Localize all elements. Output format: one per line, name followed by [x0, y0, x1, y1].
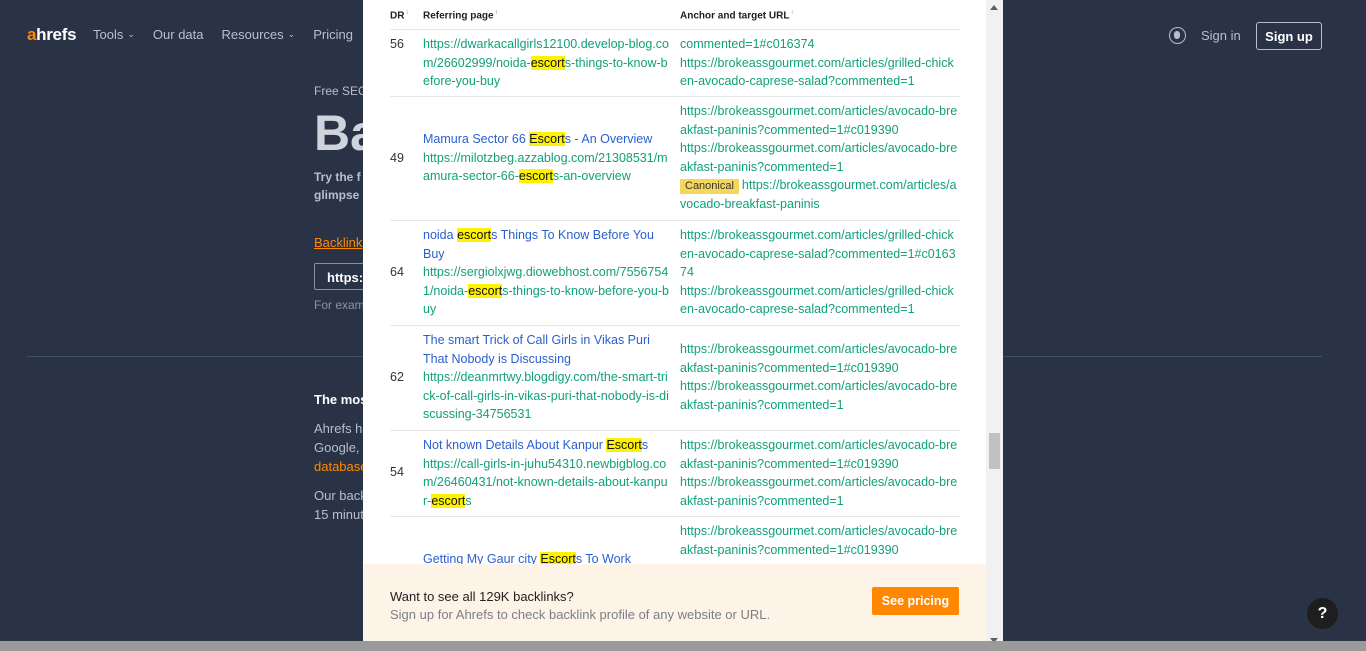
referring-url[interactable]: https://dwarkacallgirls12100.develop-blo… [423, 35, 669, 91]
example-hint: For exam [314, 298, 365, 312]
referring-url[interactable]: https://call-girls-in-juhu54310.newbigbl… [423, 455, 669, 511]
anchor-target: https://brokeassgourmet.com/articles/avo… [680, 340, 960, 414]
referring-page: The smart Trick of Call Girls in Vikas P… [423, 331, 669, 424]
section-heading: The mos [314, 392, 368, 407]
table-row: 64 noida escorts Things To Know Before Y… [390, 221, 960, 326]
database-link[interactable]: database [314, 459, 368, 474]
anchor-target: https://brokeassgourmet.com/articles/avo… [680, 522, 960, 559]
scroll-up-arrow-icon[interactable] [990, 5, 998, 10]
backlinks-modal: DR i Referring page i Anchor and target UR… [363, 0, 1003, 651]
try-text-line1: Try the f [314, 170, 361, 184]
target-url[interactable]: https://brokeassgourmet.com/articles/gri… [680, 226, 960, 282]
chevron-down-icon: ⌄ [287, 29, 296, 39]
canonical-url[interactable]: Canonical https://brokeassgourmet.com/art… [680, 176, 960, 213]
nav-item-pricing[interactable]: Pricing [313, 27, 353, 42]
see-pricing-button[interactable]: See pricing [872, 587, 959, 615]
info-icon: i [406, 10, 408, 16]
scrollbar-thumb[interactable] [989, 433, 1000, 469]
target-url[interactable]: https://brokeassgourmet.com/articles/avo… [680, 139, 960, 176]
target-url[interactable]: https://brokeassgourmet.com/articles/avo… [680, 340, 960, 377]
dr-value: 62 [390, 370, 404, 384]
dr-value: 64 [390, 265, 404, 279]
anchor-target: https://brokeassgourmet.com/articles/avo… [680, 102, 960, 214]
nav-item-tools[interactable]: Tools ⌄ [93, 27, 135, 42]
referring-url[interactable]: https://sergiolxjwg.diowebhost.com/75567… [423, 263, 669, 319]
backlink-tab[interactable]: Backlink [314, 235, 362, 250]
header-referring-page[interactable]: Referring page i [423, 10, 497, 21]
dr-value: 56 [390, 37, 404, 51]
globe-icon[interactable] [1169, 27, 1186, 44]
header-dr[interactable]: DR i [390, 10, 408, 21]
referring-title[interactable]: The smart Trick of Call Girls in Vikas P… [423, 331, 669, 368]
header-anchor[interactable]: Anchor and target URL i [680, 10, 793, 21]
nav-item-our-data[interactable]: Our data [153, 27, 204, 42]
nav-menu: Tools⌄ Our data Resources⌄ Pricing E [93, 27, 398, 42]
section-text-line3: Our back [314, 488, 367, 503]
section-text-line1: Ahrefs h [314, 421, 363, 436]
table-row: 54 Not known Details About Kanpur Escort… [390, 431, 960, 517]
nav-item-resources[interactable]: Resources ⌄ [222, 27, 296, 42]
sign-in-link[interactable]: Sign in [1201, 28, 1241, 43]
dr-value: 54 [390, 465, 404, 479]
referring-page: Not known Details About Kanpur Escorts h… [423, 436, 669, 510]
target-url[interactable]: https://brokeassgourmet.com/articles/gri… [680, 54, 960, 91]
free-seo-label: Free SEO [314, 84, 368, 98]
ahrefs-logo[interactable]: ahrefs [27, 25, 77, 45]
table-row: 62 The smart Trick of Call Girls in Vika… [390, 326, 960, 431]
target-url[interactable]: https://brokeassgourmet.com/articles/avo… [680, 522, 960, 559]
target-url[interactable]: https://brokeassgourmet.com/articles/avo… [680, 102, 960, 139]
referring-page: noida escorts Things To Know Before You … [423, 226, 669, 319]
table-header: DR i Referring page i Anchor and target UR… [390, 0, 960, 30]
target-url[interactable]: https://brokeassgourmet.com/articles/avo… [680, 436, 960, 473]
referring-url[interactable]: https://deanmrtwy.blogdigy.com/the-smart… [423, 368, 669, 424]
help-button[interactable]: ? [1307, 598, 1338, 629]
referring-page: https://dwarkacallgirls12100.develop-blo… [423, 35, 669, 91]
referring-title[interactable]: noida escorts Things To Know Before You … [423, 226, 669, 263]
table-row: 56 https://dwarkacallgirls12100.develop-… [390, 30, 960, 97]
dr-value: 49 [390, 151, 404, 165]
target-url[interactable]: https://brokeassgourmet.com/articles/avo… [680, 473, 960, 510]
target-url[interactable]: commented=1#c016374 [680, 35, 960, 54]
info-icon: i [495, 10, 497, 16]
info-icon: i [791, 10, 793, 16]
sign-up-button[interactable]: Sign up [1256, 22, 1322, 50]
banner-title: Want to see all 129K backlinks? [390, 589, 574, 604]
anchor-target: https://brokeassgourmet.com/articles/gri… [680, 226, 960, 319]
chevron-down-icon: ⌄ [127, 29, 135, 39]
try-text-line2: glimpse [314, 188, 360, 202]
horizontal-scrollbar[interactable] [0, 641, 1366, 651]
modal-scrollbar[interactable] [986, 0, 1003, 651]
referring-page: Mamura Sector 66 Escorts - An Overview h… [423, 130, 669, 186]
banner-subtitle: Sign up for Ahrefs to check backlink pro… [390, 607, 771, 622]
target-url[interactable]: https://brokeassgourmet.com/articles/avo… [680, 377, 960, 414]
canonical-badge: Canonical [680, 179, 739, 195]
referring-title[interactable]: Mamura Sector 66 Escorts - An Overview [423, 130, 669, 149]
upgrade-banner: Want to see all 129K backlinks? Sign up … [363, 564, 986, 651]
anchor-target: https://brokeassgourmet.com/articles/avo… [680, 436, 960, 510]
referring-url[interactable]: https://milotzbeg.azzablog.com/21308531/… [423, 149, 669, 186]
referring-title[interactable]: Not known Details About Kanpur Escorts [423, 436, 669, 455]
target-url[interactable]: https://brokeassgourmet.com/articles/gri… [680, 282, 960, 319]
anchor-target: commented=1#c016374 https://brokeassgour… [680, 35, 960, 91]
section-text-line2: Google, [314, 440, 360, 455]
table-row: 49 Mamura Sector 66 Escorts - An Overvie… [390, 97, 960, 221]
